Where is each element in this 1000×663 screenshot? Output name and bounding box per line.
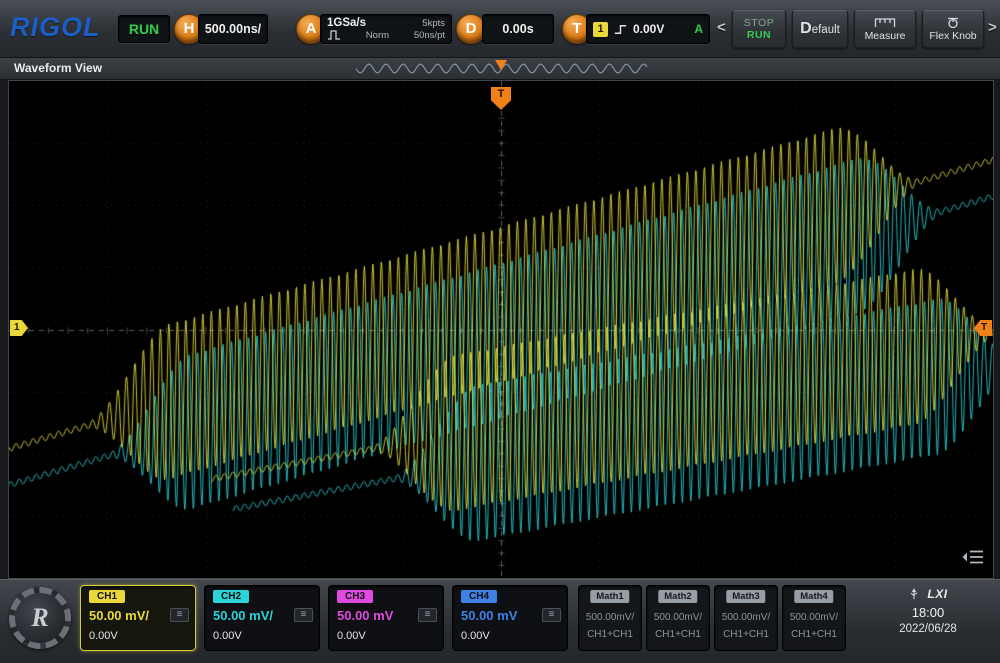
run-status-badge: RUN xyxy=(118,15,170,43)
math2-expr: CH1+CH1 xyxy=(647,629,709,640)
run-label: RUN xyxy=(747,29,771,41)
toolbar-scroll-right-icon[interactable]: > xyxy=(988,19,997,36)
memory-depth: 5kpts xyxy=(422,18,445,29)
stop-run-button[interactable]: STOP RUN xyxy=(732,10,786,48)
lxi-logo: LXI xyxy=(927,587,947,601)
waveform-display: T 1 T xyxy=(8,80,994,579)
channel-box-ch2[interactable]: CH2 50.00 mV/ ≡ 0.00V xyxy=(204,585,320,651)
channel-box-ch3[interactable]: CH3 50.00 mV ≡ 0.00V xyxy=(328,585,444,651)
trigger-display[interactable]: 1 0.00V A xyxy=(586,14,710,44)
clock-date: 2022/06/28 xyxy=(862,623,994,635)
default-button[interactable]: Default xyxy=(792,10,848,48)
math1-expr: CH1+CH1 xyxy=(579,629,641,640)
delay-display[interactable]: 0.00s xyxy=(482,14,554,44)
clock-time: 18:00 xyxy=(862,605,994,620)
acquire-mode: Norm xyxy=(366,30,389,41)
run-status-text: RUN xyxy=(129,21,159,37)
math1-scale: 500.00mV/ xyxy=(579,612,641,623)
oscilloscope-screen: { "header": { "logo": "RIGOL", "run_stat… xyxy=(0,0,1000,663)
rising-edge-icon xyxy=(613,22,628,37)
stop-label: STOP xyxy=(744,17,774,29)
flex-knob-button[interactable]: Flex Knob xyxy=(922,10,984,48)
ch1-offset: 0.00V xyxy=(89,630,118,642)
ch4-chip: CH4 xyxy=(461,590,497,603)
measure-button[interactable]: Measure xyxy=(854,10,916,48)
ch2-coupling-icon: ≡ xyxy=(294,608,313,622)
ch1-scale: 50.00 mV/ xyxy=(89,608,149,623)
ch2-offset: 0.00V xyxy=(213,630,242,642)
gear-logo-letter: R xyxy=(31,603,48,632)
ch3-scale: 50.00 mV xyxy=(337,608,393,623)
acquire-display[interactable]: 1GSa/s 5kpts Norm 50ns/pt xyxy=(320,14,452,44)
math3-chip: Math3 xyxy=(726,590,765,603)
rigol-logo: RIGOL xyxy=(10,12,101,43)
timebase-display[interactable]: 500.00ns/ xyxy=(198,14,268,44)
flex-knob-label: Flex Knob xyxy=(929,30,976,42)
rigol-gear-menu-button[interactable]: R xyxy=(9,587,71,649)
status-block: LXI 18:00 2022/06/28 xyxy=(862,586,994,635)
math3-scale: 500.00mV/ xyxy=(715,612,777,623)
trigger-sweep-mode: A xyxy=(694,22,703,36)
delay-value: 0.00s xyxy=(502,22,533,36)
math4-chip: Math4 xyxy=(794,590,833,603)
quick-menu-icon[interactable] xyxy=(961,548,985,566)
top-bar: RIGOL RUN H 500.00ns/ A 1GSa/s 5kpts Nor… xyxy=(0,0,1000,58)
math2-chip: Math2 xyxy=(658,590,697,603)
timebase-value: 500.00ns/ xyxy=(205,22,261,36)
math-box-1[interactable]: Math1 500.00mV/ CH1+CH1 xyxy=(578,585,642,651)
math-box-3[interactable]: Math3 500.00mV/ CH1+CH1 xyxy=(714,585,778,651)
sample-rate: 1GSa/s xyxy=(327,17,366,29)
trigger-level-value: 0.00V xyxy=(633,22,664,36)
sample-interval: 50ns/pt xyxy=(414,30,445,41)
math2-scale: 500.00mV/ xyxy=(647,612,709,623)
toolbar-scroll-left-icon[interactable]: < xyxy=(717,19,726,36)
math1-chip: Math1 xyxy=(590,590,629,603)
trigger-source-chip: 1 xyxy=(593,22,608,37)
trigger-position-marker[interactable] xyxy=(495,60,507,70)
flex-knob-icon xyxy=(944,17,962,28)
waveform-view-strip: Waveform View xyxy=(0,58,1000,80)
math4-expr: CH1+CH1 xyxy=(783,629,845,640)
channel-box-ch1[interactable]: CH1 50.00 mV/ ≡ 0.00V xyxy=(80,585,196,651)
ch2-scale: 50.00 mV/ xyxy=(213,608,273,623)
ch1-coupling-icon: ≡ xyxy=(170,608,189,622)
math-box-2[interactable]: Math2 500.00mV/ CH1+CH1 xyxy=(646,585,710,651)
ch4-coupling-icon: ≡ xyxy=(542,608,561,622)
usb-icon xyxy=(908,587,920,601)
ch3-coupling-icon: ≡ xyxy=(418,608,437,622)
math4-scale: 500.00mV/ xyxy=(783,612,845,623)
ch2-chip: CH2 xyxy=(213,590,249,603)
math3-expr: CH1+CH1 xyxy=(715,629,777,640)
ch4-offset: 0.00V xyxy=(461,630,490,642)
ch1-chip: CH1 xyxy=(89,590,125,603)
default-label: Default xyxy=(800,20,840,38)
measure-icon xyxy=(874,17,896,28)
waveform-view-title: Waveform View xyxy=(14,61,102,75)
waveform-canvas[interactable] xyxy=(9,81,993,578)
ch3-offset: 0.00V xyxy=(337,630,366,642)
measure-label: Measure xyxy=(865,30,906,42)
ch4-scale: 50.00 mV xyxy=(461,608,517,623)
channel-box-ch4[interactable]: CH4 50.00 mV ≡ 0.00V xyxy=(452,585,568,651)
math-box-4[interactable]: Math4 500.00mV/ CH1+CH1 xyxy=(782,585,846,651)
pulse-icon xyxy=(327,29,341,41)
ch3-chip: CH3 xyxy=(337,590,373,603)
